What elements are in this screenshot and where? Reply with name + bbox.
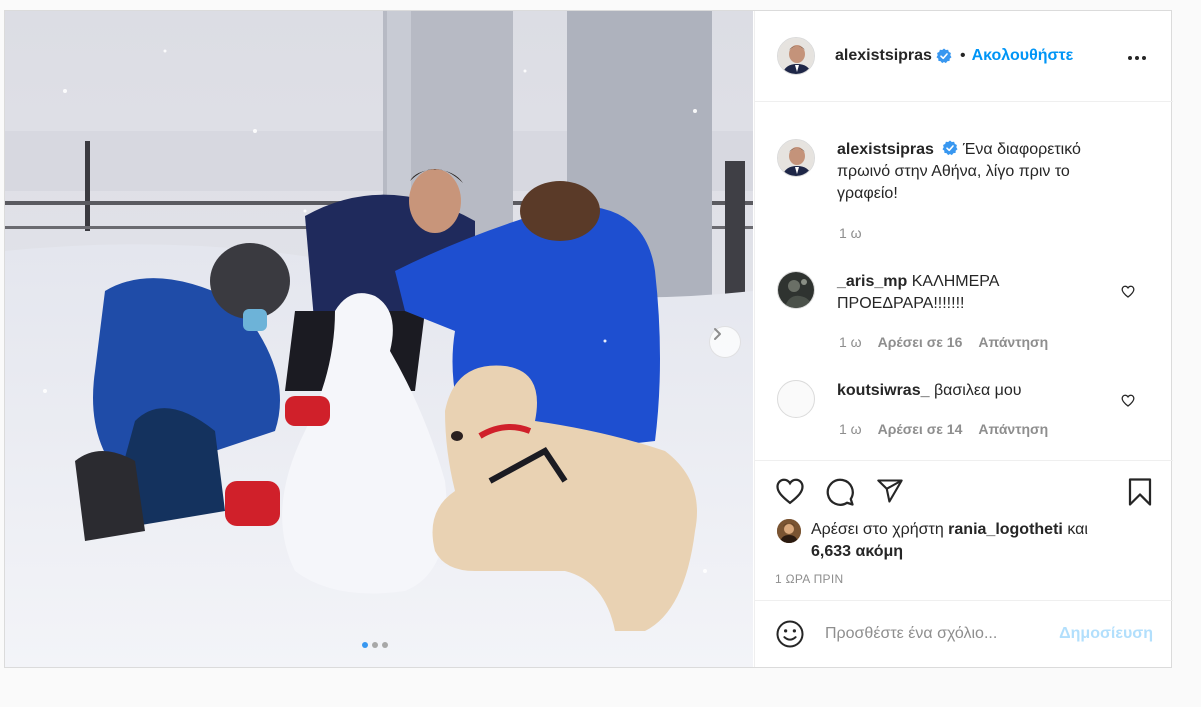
comment-item: koutsiwras_ βασιλεα μου — [777, 380, 1107, 418]
likes-prefix: Αρέσει στο χρήστη — [811, 521, 944, 538]
comment-age[interactable]: 1 ω — [839, 334, 862, 350]
comments-list: alexistsipras Ένα διαφορετικό πρωινό στη… — [755, 103, 1173, 459]
caption-row: alexistsipras Ένα διαφορετικό πρωινό στη… — [777, 139, 1107, 205]
comment-username[interactable]: koutsiwras_ — [837, 382, 929, 399]
liker-username[interactable]: rania_logotheti — [948, 521, 1063, 538]
add-comment-bar: Δημοσίευση — [755, 600, 1173, 667]
comment-likes[interactable]: Αρέσει σε 16 — [878, 334, 963, 350]
comment-reply-button[interactable]: Απάντηση — [978, 334, 1048, 350]
heart-icon[interactable] — [775, 477, 805, 505]
bookmark-icon[interactable] — [1127, 477, 1153, 507]
share-icon[interactable] — [875, 477, 905, 505]
avatar-image — [778, 38, 814, 74]
avatar-image — [778, 140, 814, 176]
author-username[interactable]: alexistsipras — [835, 47, 932, 65]
carousel-dot — [362, 642, 368, 648]
emoji-icon[interactable] — [775, 619, 805, 649]
avatar-image — [778, 272, 814, 308]
comment-icon[interactable] — [825, 477, 855, 507]
chevron-right-icon — [714, 328, 721, 340]
post-side-panel: alexistsipras • Ακολουθήστε alexistsipra… — [754, 11, 1173, 667]
post-card: alexistsipras • Ακολουθήστε alexistsipra… — [4, 10, 1173, 668]
author-avatar[interactable] — [777, 37, 815, 75]
comment-meta: 1 ω Αρέσει σε 16 Απάντηση — [839, 334, 1048, 350]
commenter-avatar[interactable] — [777, 380, 815, 418]
comment-likes[interactable]: Αρέσει σε 14 — [878, 421, 963, 437]
comment-like-heart-icon[interactable] — [1121, 285, 1135, 298]
carousel-dot — [382, 642, 388, 648]
carousel-indicator — [362, 642, 388, 648]
avatar-image — [777, 519, 801, 543]
verified-badge-icon — [936, 48, 952, 64]
header-separator: • — [959, 47, 966, 64]
caption-avatar[interactable] — [777, 139, 815, 177]
comment-meta: 1 ω Αρέσει σε 14 Απάντηση — [839, 421, 1048, 437]
post-photo[interactable] — [5, 11, 753, 667]
snow-scene-image — [5, 11, 753, 667]
follow-button[interactable]: Ακολουθήστε — [972, 47, 1074, 65]
comment-item: _aris_mp ΚΑΛΗΜΕΡΑ ΠΡΟΕΔΡΑΡΑ!!!!!!! — [777, 271, 1107, 315]
comment-reply-button[interactable]: Απάντηση — [978, 421, 1048, 437]
comment-like-heart-icon[interactable] — [1121, 394, 1135, 407]
likes-and: και — [1067, 521, 1088, 538]
verified-badge-icon — [942, 140, 958, 156]
next-photo-button[interactable] — [709, 326, 741, 358]
comment-input[interactable] — [825, 625, 1045, 643]
post-timestamp[interactable]: 1 ΩΡΑ ΠΡΙΝ — [775, 572, 843, 586]
likes-count[interactable]: 6,633 ακόμη — [811, 543, 903, 560]
commenter-avatar[interactable] — [777, 271, 815, 309]
post-header: alexistsipras • Ακολουθήστε — [755, 11, 1173, 102]
caption-username[interactable]: alexistsipras — [837, 141, 934, 158]
comment-username[interactable]: _aris_mp — [837, 273, 907, 290]
more-options-icon[interactable] — [1127, 55, 1147, 61]
publish-button[interactable]: Δημοσίευση — [1059, 625, 1153, 643]
comment-age[interactable]: 1 ω — [839, 421, 862, 437]
carousel-dot — [372, 642, 378, 648]
liker-avatar[interactable] — [777, 519, 801, 543]
comment-text: βασιλεα μου — [933, 382, 1022, 399]
post-actions: Αρέσει στο χρήστη rania_logotheti και 6,… — [755, 460, 1173, 600]
caption-age[interactable]: 1 ω — [839, 225, 862, 241]
caption-meta: 1 ω — [839, 225, 862, 241]
likes-summary: Αρέσει στο χρήστη rania_logotheti και 6,… — [777, 519, 1131, 563]
